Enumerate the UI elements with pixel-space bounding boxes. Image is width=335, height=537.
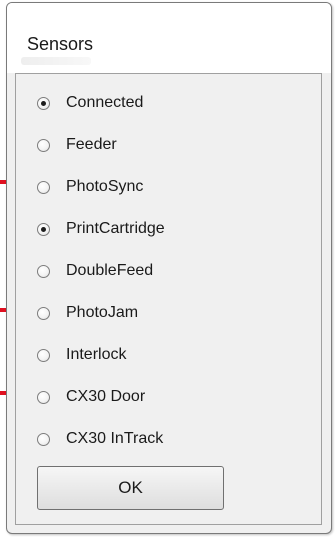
radio-connected[interactable]: Connected [37,91,143,115]
radio-label: PhotoJam [66,304,139,321]
radio-label: Interlock [66,346,127,363]
radio-doublefeed[interactable]: DoubleFeed [37,259,153,283]
radio-unselected-icon[interactable] [37,390,50,404]
radio-photojam[interactable]: PhotoJam [37,301,138,325]
radio-label: PhotoSync [66,178,144,195]
dialog-title-bar: Sensors [7,3,331,73]
radio-label: CX30 InTrack [66,430,164,447]
ok-button[interactable]: OK [37,466,224,510]
radio-unselected-icon[interactable] [37,138,50,152]
radio-label: Connected [66,94,144,111]
radio-printcartridge[interactable]: PrintCartridge [37,217,165,241]
radio-label: Feeder [66,136,117,153]
radio-interlock[interactable]: Interlock [37,343,126,367]
screenshot-stage: Sensors Connected Feeder PhotoSync Print… [0,0,335,537]
radio-cx30-door[interactable]: CX30 Door [37,385,145,409]
radio-label: CX30 Door [66,388,146,405]
radio-selected-icon[interactable] [37,96,50,110]
radio-cx30-intrack[interactable]: CX30 InTrack [37,427,163,451]
radio-unselected-icon[interactable] [37,180,50,194]
blurred-subtitle-placeholder [21,57,91,65]
radio-photosync[interactable]: PhotoSync [37,175,143,199]
dialog-title: Sensors [27,34,94,54]
radio-unselected-icon[interactable] [37,432,50,446]
radio-unselected-icon[interactable] [37,306,50,320]
radio-label: DoubleFeed [66,262,154,279]
radio-label: PrintCartridge [66,220,165,237]
radio-selected-icon[interactable] [37,222,50,236]
radio-unselected-icon[interactable] [37,264,50,278]
radio-feeder[interactable]: Feeder [37,133,117,157]
sensors-dialog: Sensors Connected Feeder PhotoSync Print… [6,2,332,534]
radio-unselected-icon[interactable] [37,348,50,362]
